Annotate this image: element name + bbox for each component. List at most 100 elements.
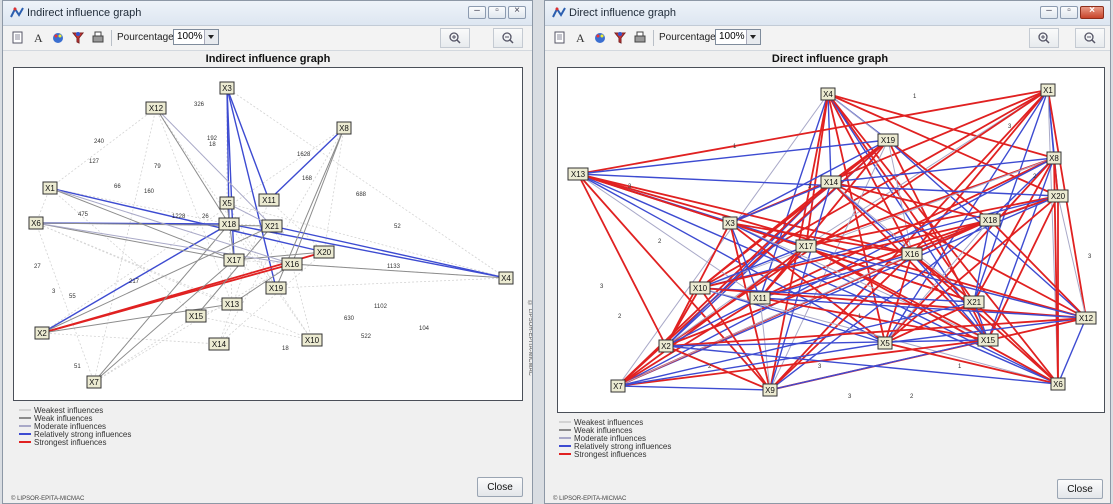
node-label: X21 [967, 298, 982, 307]
edge-labels-layer: 240 127 326 18 66 192 79 1628 168 475 160 26 688 52 27… [34, 102, 430, 370]
minimize-button[interactable]: – [1040, 5, 1058, 19]
node-X16[interactable]: X16 [901, 247, 923, 261]
node-X16[interactable]: X16 [281, 257, 303, 271]
close-window-button[interactable]: × [508, 5, 526, 19]
node-X18[interactable]: X18 [979, 213, 1001, 227]
percentage-value: 100% [177, 31, 203, 42]
node-X1[interactable]: X1 [42, 181, 58, 195]
print-button[interactable] [631, 29, 649, 46]
node-X20[interactable]: X20 [1047, 189, 1069, 203]
edge-label: 79 [154, 164, 161, 170]
node-X17[interactable]: X17 [223, 253, 245, 267]
node-X15[interactable]: X15 [185, 309, 207, 323]
node-X21[interactable]: X21 [963, 295, 985, 309]
node-X13[interactable]: X13 [567, 167, 589, 181]
zoom-out-button[interactable] [1075, 28, 1105, 48]
node-X18[interactable]: X18 [218, 217, 240, 231]
copy-button[interactable] [9, 29, 27, 46]
node-X19[interactable]: X19 [877, 133, 899, 147]
direct-influence-window: Direct influence graph – ▫ × A Pourcenta… [544, 0, 1111, 504]
percentage-select[interactable]: 100% [715, 29, 761, 45]
edge-X7-X17 [93, 259, 235, 383]
node-X14[interactable]: X14 [820, 175, 842, 189]
copy-button[interactable] [551, 29, 569, 46]
node-label: X18 [222, 220, 237, 229]
edge-label: 1102 [374, 304, 388, 310]
node-X17[interactable]: X17 [795, 239, 817, 253]
zoom-in-button[interactable] [1029, 28, 1059, 48]
node-X11[interactable]: X11 [258, 193, 280, 207]
node-X14[interactable]: X14 [208, 337, 230, 351]
font-button[interactable]: A [29, 29, 47, 46]
node-label: X8 [1049, 154, 1059, 163]
edge-X1-X13 [577, 89, 1049, 175]
color-button[interactable] [591, 29, 609, 46]
indirect-graph-canvas[interactable]: 240 127 326 18 66 192 79 1628 168 475 160 26 688 52 27… [13, 67, 523, 401]
node-X2[interactable]: X2 [34, 326, 50, 340]
maximize-button[interactable]: ▫ [488, 5, 506, 19]
color-button[interactable] [49, 29, 67, 46]
node-X10[interactable]: X10 [301, 333, 323, 347]
edge-X3-X4 [226, 87, 507, 279]
edge-label: 192 [207, 136, 218, 142]
edge-label: 160 [144, 189, 155, 195]
maximize-button[interactable]: ▫ [1060, 5, 1078, 19]
node-X2[interactable]: X2 [658, 339, 674, 353]
node-X10[interactable]: X10 [689, 281, 711, 295]
node-X19[interactable]: X19 [265, 281, 287, 295]
node-X9[interactable]: X9 [762, 383, 778, 397]
node-label: X2 [661, 342, 671, 351]
node-X12[interactable]: X12 [145, 101, 167, 115]
minimize-button[interactable]: – [468, 5, 486, 19]
node-X3[interactable]: X3 [722, 216, 738, 230]
minimize-icon: – [474, 5, 480, 16]
node-label: X20 [1051, 192, 1066, 201]
node-X15[interactable]: X15 [977, 333, 999, 347]
edge-X3-X11 [226, 87, 270, 201]
toolbar-separator [653, 30, 654, 46]
node-X21[interactable]: X21 [261, 219, 283, 233]
node-X11[interactable]: X11 [749, 291, 771, 305]
node-X7[interactable]: X7 [610, 379, 626, 393]
node-X6[interactable]: X6 [1050, 377, 1066, 391]
filter-button[interactable] [611, 29, 629, 46]
node-X7[interactable]: X7 [86, 375, 102, 389]
close-window-button[interactable]: × [1080, 5, 1104, 19]
zoom-in-button[interactable] [440, 28, 470, 48]
copyright: © LIPSOR-EPITA-MICMAC [553, 496, 627, 502]
node-X4[interactable]: X4 [820, 87, 836, 101]
edge-label: 3 [1088, 254, 1092, 260]
print-button[interactable] [89, 29, 107, 46]
title-bar[interactable]: Indirect influence graph – ▫ × [3, 1, 532, 26]
copy-icon [12, 31, 23, 44]
font-button[interactable]: A [571, 29, 589, 46]
maximize-icon: ▫ [495, 5, 499, 16]
node-X12[interactable]: X12 [1075, 311, 1097, 325]
node-X5[interactable]: X5 [877, 336, 893, 350]
legend-label: Strongest influences [34, 437, 107, 447]
color-palette-icon [595, 33, 605, 43]
node-label: X19 [269, 284, 284, 293]
window-title: Direct influence graph [569, 7, 677, 19]
node-X6[interactable]: X6 [28, 216, 44, 230]
filter-button[interactable] [69, 29, 87, 46]
node-X3[interactable]: X3 [219, 81, 235, 95]
direct-graph-canvas[interactable]: 3 1 2 3 2 1 3 2 3 1 2 3 2 1 3 3 X4 X1 X19 X8 X13 X14 X20 X3 X18 X… [557, 67, 1105, 413]
node-X13[interactable]: X13 [221, 297, 243, 311]
percentage-select[interactable]: 100% [173, 29, 219, 45]
edge-label: 18 [282, 346, 289, 352]
node-X8[interactable]: X8 [1046, 151, 1062, 165]
close-button[interactable]: Close [477, 477, 523, 497]
edge-X12-X21 [155, 107, 273, 227]
node-X8[interactable]: X8 [336, 121, 352, 135]
node-X1[interactable]: X1 [1040, 83, 1056, 97]
title-bar[interactable]: Direct influence graph – ▫ × [545, 1, 1110, 26]
node-X20[interactable]: X20 [313, 245, 335, 259]
node-X5[interactable]: X5 [219, 196, 235, 210]
node-label: X17 [799, 242, 814, 251]
close-button[interactable]: Close [1057, 479, 1103, 499]
node-label: X13 [225, 300, 240, 309]
node-X4[interactable]: X4 [498, 271, 514, 285]
legend-swatch [19, 409, 31, 411]
zoom-out-button[interactable] [493, 28, 523, 48]
